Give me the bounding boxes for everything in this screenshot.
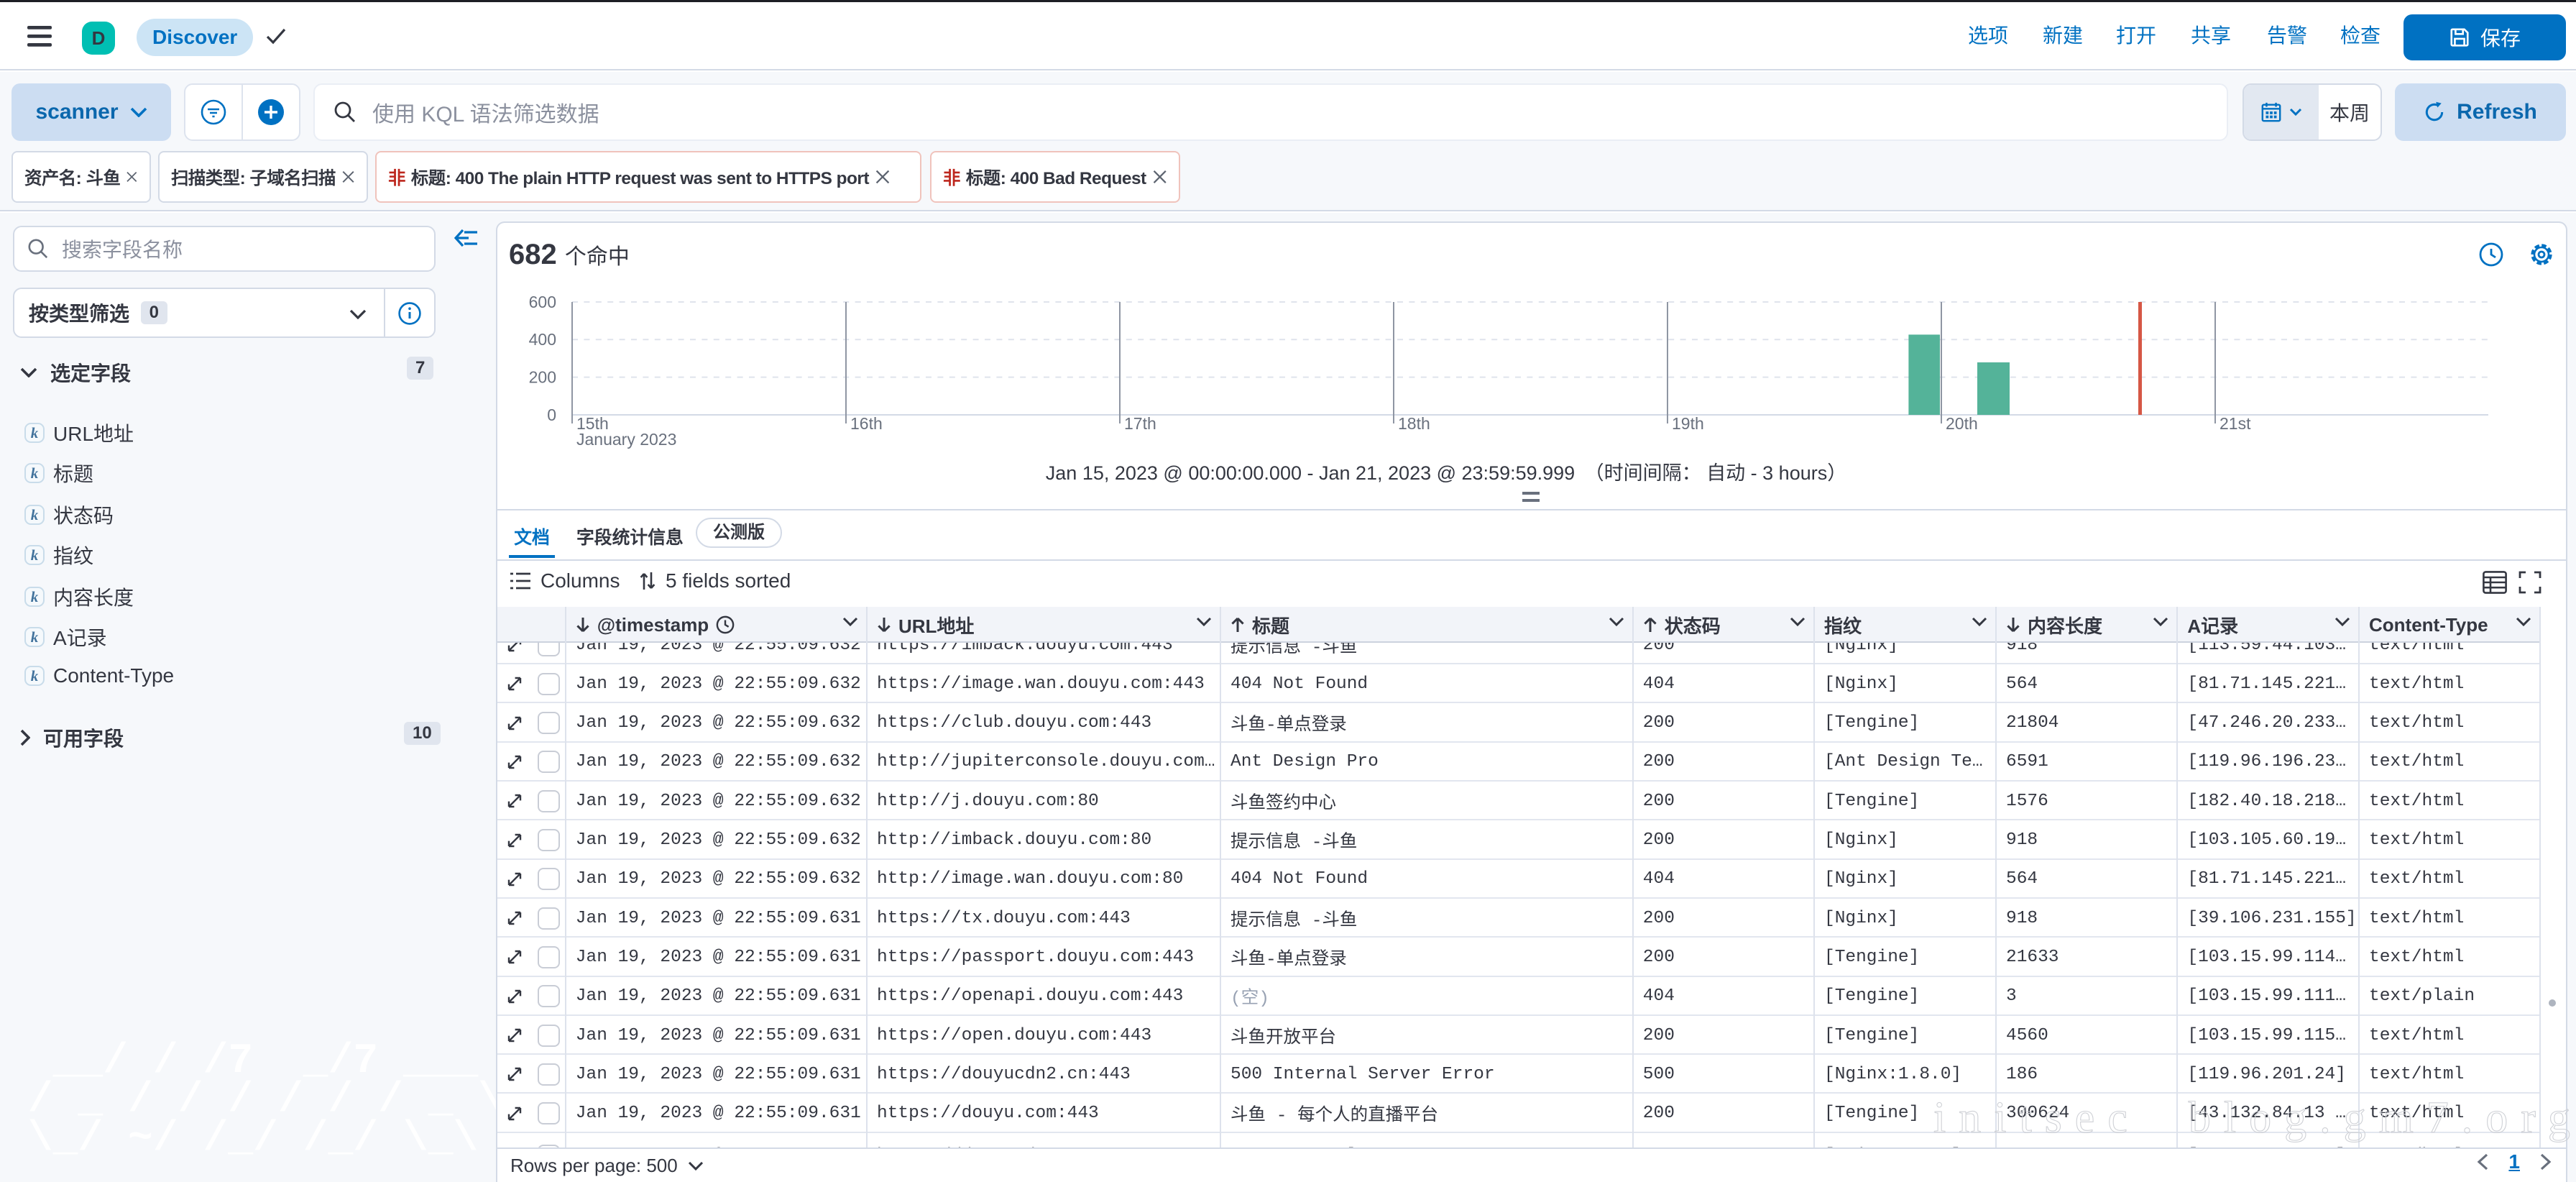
svg-text:18th: 18th [1398,414,1430,433]
svg-text:21st: 21st [2220,414,2251,433]
svg-text:0: 0 [547,406,556,424]
svg-text:January 2023: January 2023 [576,430,676,449]
svg-text:20th: 20th [1946,414,1978,433]
svg-text:200: 200 [529,368,556,387]
svg-text:17th: 17th [1124,414,1156,433]
svg-text:19th: 19th [1672,414,1704,433]
svg-text:400: 400 [529,330,556,349]
svg-text:600: 600 [529,293,556,311]
svg-text:16th: 16th [850,414,883,433]
